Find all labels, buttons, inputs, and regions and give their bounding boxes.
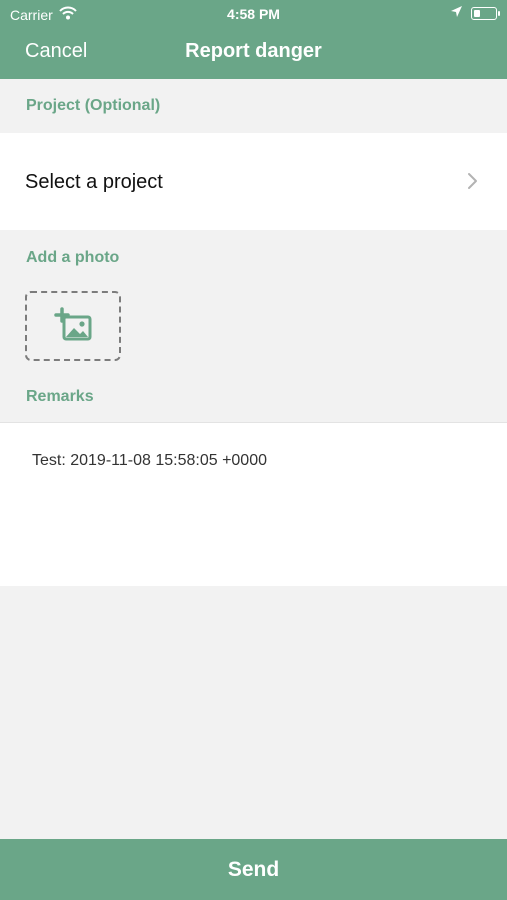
status-bar: Carrier 4:58 PM — [0, 0, 507, 28]
select-project-label: Select a project — [25, 171, 163, 193]
select-project-row[interactable]: Select a project — [0, 133, 507, 230]
remarks-text: Test: 2019-11-08 15:58:05 +0000 — [32, 452, 267, 469]
header: Carrier 4:58 PM Cancel Report danger — [0, 0, 507, 79]
remarks-section-label: Remarks — [26, 388, 94, 405]
chevron-right-icon — [463, 172, 481, 190]
battery-icon — [471, 6, 500, 20]
send-button[interactable]: Send — [0, 839, 507, 900]
status-time: 4:58 PM — [227, 6, 280, 22]
cancel-button[interactable]: Cancel — [25, 40, 87, 63]
add-photo-button[interactable] — [25, 291, 121, 361]
add-image-icon — [52, 306, 94, 346]
status-right — [450, 5, 500, 21]
project-section-label: Project (Optional) — [26, 97, 161, 114]
remarks-textarea[interactable]: Test: 2019-11-08 15:58:05 +0000 — [0, 422, 507, 586]
photo-section-label: Add a photo — [26, 249, 120, 266]
location-arrow-icon — [450, 5, 463, 21]
